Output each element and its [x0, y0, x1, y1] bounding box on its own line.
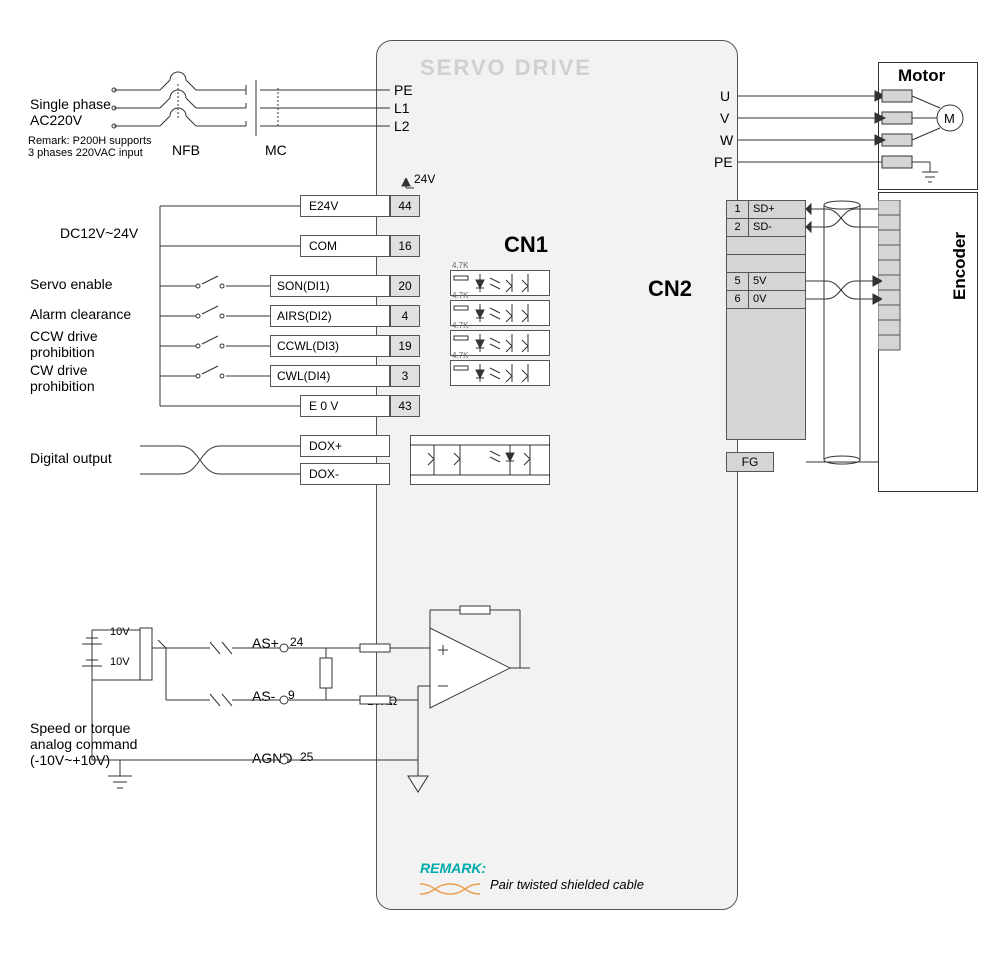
cn2-sd+: SD+ [749, 201, 805, 218]
di4-label: CW drive prohibition [30, 362, 95, 394]
pe2-terminal: PE [714, 154, 733, 170]
nfb-label: NFB [172, 142, 200, 158]
w-terminal: W [720, 132, 733, 148]
analog-cmd-label: Speed or torque analog command (-10V~+10… [30, 720, 137, 768]
mc-label: MC [265, 142, 287, 158]
airs-pin: 4 [390, 305, 420, 327]
cn2-pin2: 2 [727, 219, 749, 236]
cn2-label: CN2 [648, 276, 692, 302]
opto-4k7-1: 4.7K [452, 261, 468, 270]
u-terminal: U [720, 88, 730, 104]
motor-symbol: M [944, 111, 955, 126]
cn2-sd-: SD- [749, 219, 805, 236]
doxplus-terminal: DOX+ [300, 435, 390, 457]
di1-label: Servo enable [30, 276, 113, 292]
com-terminal: COM [300, 235, 390, 257]
l1-terminal: L1 [394, 100, 410, 116]
motor-title: Motor [898, 66, 945, 86]
l2-terminal: L2 [394, 118, 410, 134]
pe-terminal: PE [394, 82, 413, 98]
com-pin: 16 [390, 235, 420, 257]
e0v-pin: 43 [390, 395, 420, 417]
asplus-pin: 24 [290, 635, 303, 649]
e24v-pin: 44 [390, 195, 420, 217]
e24v-terminal: E24V [300, 195, 390, 217]
dc-supply-label: DC12V~24V [60, 225, 138, 241]
cn2-pin5: 5 [727, 273, 749, 290]
v10-top: 10V [110, 626, 130, 638]
power-input-label: Single phase AC220V [30, 96, 111, 128]
fg-terminal: FG [726, 452, 774, 472]
son-pin: 20 [390, 275, 420, 297]
doxminus-terminal: DOX- [300, 463, 390, 485]
v24-label: 24V [414, 172, 435, 186]
airs-terminal: AIRS(DI2) [270, 305, 390, 327]
opto-4k7-3: 4.7K [452, 321, 468, 330]
cn2-0v: 0V [749, 291, 805, 308]
agnd-pin: 25 [300, 750, 313, 764]
opto-4k7-4: 4.7K [452, 351, 468, 360]
remark-label: REMARK: [420, 860, 486, 876]
cn2-pin6: 6 [727, 291, 749, 308]
v10-bot: 10V [110, 656, 130, 668]
ccwl-terminal: CCWL(DI3) [270, 335, 390, 357]
agnd-label: AGND [252, 750, 292, 766]
opto4 [450, 360, 550, 386]
power-input-remark: Remark: P200H supports 3 phases 220VAC i… [28, 135, 152, 159]
asplus-label: AS+ [252, 635, 279, 651]
son-terminal: SON(DI1) [270, 275, 390, 297]
cn2-pin1: 1 [727, 201, 749, 218]
dox-opto [410, 435, 550, 485]
asminus-pin: 9 [288, 688, 295, 702]
cn2-5v: 5V [749, 273, 805, 290]
encoder-title: Encoder [950, 232, 970, 300]
cwl-pin: 3 [390, 365, 420, 387]
cn2-block: 1SD+ 2SD- 55V 60V [726, 200, 806, 440]
v-terminal: V [720, 110, 729, 126]
e0v-terminal: E 0 V [300, 395, 390, 417]
resistor-10k: 10KΩ [367, 694, 397, 708]
di3-label: CCW drive prohibition [30, 328, 98, 360]
encoder-wiring [806, 200, 882, 480]
servo-drive-title: SERVO DRIVE [420, 55, 592, 81]
remark-text: Pair twisted shielded cable [490, 877, 644, 892]
ccwl-pin: 19 [390, 335, 420, 357]
opto-4k7-2: 4.7K [452, 291, 468, 300]
di2-label: Alarm clearance [30, 306, 131, 322]
cwl-terminal: CWL(DI4) [270, 365, 390, 387]
asminus-label: AS- [252, 688, 275, 704]
digital-output-label: Digital output [30, 450, 112, 466]
cn1-label: CN1 [504, 232, 548, 258]
